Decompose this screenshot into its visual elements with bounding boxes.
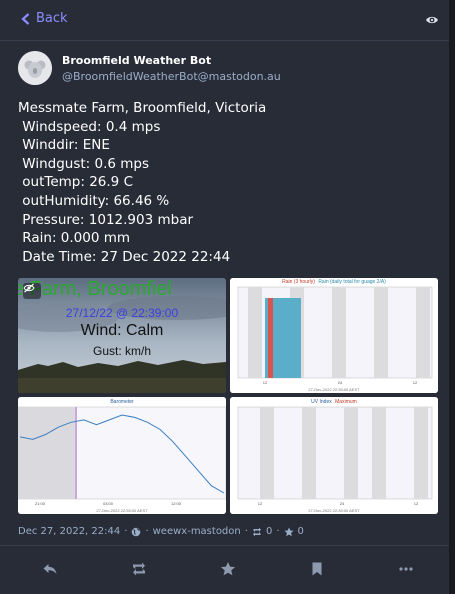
- svg-text:Rain (3 hourly) Rain: Rain (3 hourly) Rain (daily total for gu…: [282, 279, 386, 285]
- content-line: Rain: 0.000 mm: [18, 230, 131, 247]
- uv-chart: UV Index Maximum 12 24 12 27-Dec-2022 22…: [230, 397, 438, 514]
- account-handle: @BroomfieldWeatherBot@mastodon.au: [62, 70, 281, 83]
- chevron-left-icon: [21, 12, 30, 25]
- post-timestamp[interactable]: Dec 27, 2022, 22:44: [18, 526, 120, 537]
- favourite-icon: [221, 562, 235, 576]
- bookmark-button[interactable]: [309, 561, 325, 577]
- uv-x-tick: 24: [340, 501, 345, 506]
- content-line: Pressure: 1012.903 mbar: [18, 211, 194, 228]
- meta-separator: ·: [145, 526, 149, 537]
- column-header: Back: [0, 0, 449, 40]
- more-icon: [399, 567, 413, 571]
- barometer-x-tick: 21:00: [35, 501, 46, 506]
- rain-chart-image[interactable]: Rain (3 hourly) Rain (daily total for gu…: [230, 278, 438, 393]
- rain-chart-footer: 27-Dec-2022 22:35:00 AEST: [308, 387, 360, 392]
- barometer-chart-image[interactable]: Barometer 21:00 03:00 12:00 27-Dec-2022 …: [18, 397, 226, 514]
- uv-x-tick: 12: [414, 501, 419, 506]
- rain-x-tick: 24: [338, 380, 343, 385]
- globe-icon: [132, 527, 141, 536]
- webcam-overlay-timestamp: 27/12/22 @ 22:39:00: [65, 306, 179, 320]
- header-divider: [0, 40, 449, 41]
- display-name[interactable]: Broomfield Weather Bot: [62, 54, 211, 67]
- webcam-overlay-wind: Wind: Calm: [80, 322, 164, 339]
- uv-chart-title-b: Maximum: [335, 399, 357, 405]
- boost-button[interactable]: [131, 561, 147, 577]
- bookmark-icon: [312, 562, 322, 576]
- media-gallery: e Farm, Broomfiel 27/12/22 @ 22:39:00 Wi…: [18, 278, 438, 514]
- post-content: Messmate Farm, Broomfield, Victoria Wind…: [18, 99, 438, 266]
- rain-3hourly-bar: [268, 298, 273, 378]
- rain-chart-title-b: Rain (daily total for guage 2/A): [318, 279, 386, 285]
- boost-count: 0: [265, 526, 273, 537]
- webcam-image[interactable]: e Farm, Broomfiel 27/12/22 @ 22:39:00 Wi…: [18, 278, 226, 393]
- content-line: outHumidity: 66.46 %: [18, 192, 170, 209]
- rain-x-tick: 12: [413, 380, 418, 385]
- eye-slash-icon: [23, 283, 35, 293]
- webcam-overlay-title: e Farm, Broomfiel: [18, 278, 172, 300]
- application-link[interactable]: weewx-mastodon: [153, 526, 241, 537]
- meta-separator: ·: [124, 526, 128, 537]
- uv-chart-title-a: UV Index: [311, 399, 332, 405]
- barometer-chart-title: Barometer: [110, 399, 134, 405]
- hide-media-button[interactable]: [23, 283, 41, 299]
- scrollbar-track[interactable]: [449, 0, 455, 594]
- avatar[interactable]: [18, 51, 52, 85]
- more-button[interactable]: [398, 561, 414, 577]
- back-button[interactable]: Back: [21, 11, 68, 26]
- post-detail-panel: Back Broomfield Weather Bot @BroomfieldW…: [0, 0, 449, 594]
- reply-icon: [43, 564, 57, 574]
- uv-x-tick: 12: [258, 501, 263, 506]
- uv-chart-footer: 27-Dec-2022 22:35:00 AEST: [308, 508, 360, 513]
- content-line: Windgust: 0.6 mps: [18, 155, 150, 172]
- post-meta: Dec 27, 2022, 22:44 · · weewx-mastodon ·…: [18, 526, 304, 537]
- content-line: outTemp: 26.9 C: [18, 174, 133, 191]
- barometer-x-tick: 12:00: [171, 501, 182, 506]
- koala-avatar: [18, 51, 52, 85]
- star-count-icon: [284, 527, 293, 536]
- meta-separator: ·: [276, 526, 280, 537]
- uv-chart-image[interactable]: UV Index Maximum 12 24 12 27-Dec-2022 22…: [230, 397, 438, 514]
- content-line: Messmate Farm, Broomfield, Victoria: [18, 100, 267, 116]
- boost-count-icon: [252, 527, 261, 536]
- back-label: Back: [36, 11, 68, 26]
- barometer-x-tick: 03:00: [103, 501, 114, 506]
- boost-icon: [133, 562, 145, 576]
- barometer-chart: Barometer 21:00 03:00 12:00 27-Dec-2022 …: [18, 397, 226, 514]
- barometer-chart-footer: 27-Dec-2022 22:35:00 AEST: [96, 508, 148, 513]
- favourite-button[interactable]: [220, 561, 236, 577]
- rain-chart: Rain (3 hourly) Rain (daily total for gu…: [230, 278, 438, 393]
- content-line: Winddir: ENE: [18, 137, 110, 154]
- content-line: Date Time: 27 Dec 2022 22:44: [18, 248, 231, 265]
- eye-icon[interactable]: [425, 13, 439, 27]
- rain-chart-title-a: Rain (3 hourly): [282, 279, 315, 285]
- rain-x-tick: 12: [263, 380, 268, 385]
- meta-separator: ·: [244, 526, 248, 537]
- webcam-overlay-gust: Gust: km/h: [92, 344, 151, 358]
- favourite-count: 0: [297, 526, 304, 537]
- action-bar: [0, 545, 449, 594]
- reply-button[interactable]: [42, 561, 58, 577]
- content-line: Windspeed: 0.4 mps: [18, 118, 161, 135]
